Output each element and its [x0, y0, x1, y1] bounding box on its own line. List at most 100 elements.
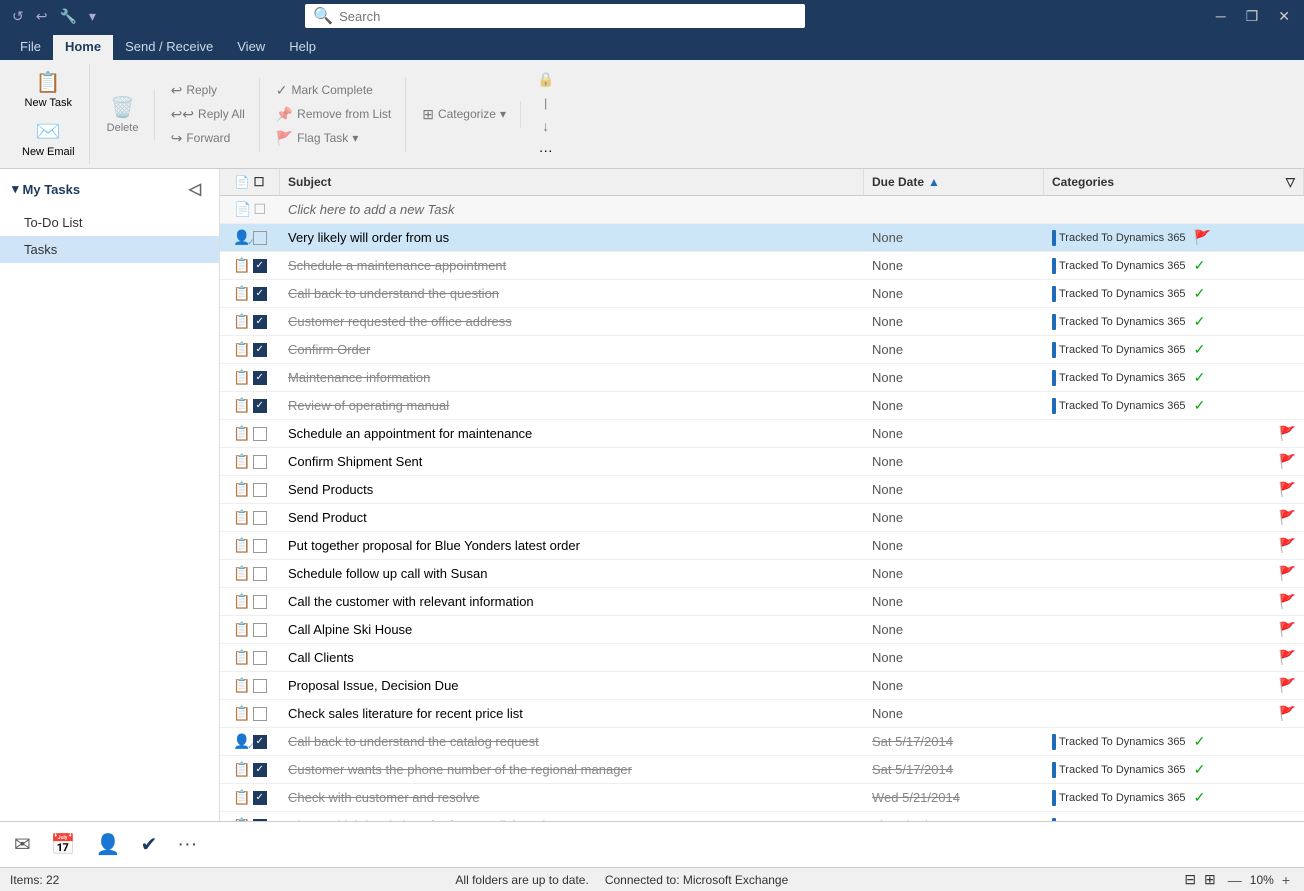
sidebar-item-tasks[interactable]: Tasks: [0, 236, 219, 263]
table-row[interactable]: 📋Schedule follow up call with SusanNone🚩: [220, 560, 1304, 588]
tab-view[interactable]: View: [225, 35, 277, 60]
table-row[interactable]: 📋Put together proposal for Blue Yonders …: [220, 532, 1304, 560]
more-options-button[interactable]: ···: [531, 139, 561, 161]
nav-people-icon[interactable]: 👤: [92, 828, 125, 861]
table-row[interactable]: 📋✓Maintenance informationNoneTracked To …: [220, 364, 1304, 392]
task-checkbox[interactable]: ✓: [253, 259, 267, 273]
task-checkbox[interactable]: ✓: [253, 287, 267, 301]
my-tasks-section[interactable]: ▾ My Tasks ◁: [0, 169, 219, 209]
new-task-button[interactable]: 📋 New Task: [17, 66, 80, 113]
nav-more-icon[interactable]: ···: [173, 829, 201, 860]
flag-complete-icon[interactable]: ✓: [1194, 789, 1206, 806]
flag-complete-icon[interactable]: ✓: [1194, 733, 1206, 750]
new-email-button[interactable]: ✉️ New Email: [14, 115, 83, 162]
task-checkbox[interactable]: [253, 595, 267, 609]
refresh-icon[interactable]: ↺: [8, 6, 28, 27]
minimize-button[interactable]: ─: [1210, 6, 1232, 26]
table-row[interactable]: 📋✓Schedule a maintenance appointmentNone…: [220, 252, 1304, 280]
undo-icon[interactable]: ↩: [32, 6, 52, 27]
flag-red-icon[interactable]: 🚩: [1279, 621, 1296, 638]
table-row[interactable]: 📋✓Customer requested the office addressN…: [220, 308, 1304, 336]
task-checkbox[interactable]: ✓: [253, 763, 267, 777]
sidebar-item-todo[interactable]: To-Do List: [0, 209, 219, 236]
task-checkbox[interactable]: ✓: [253, 315, 267, 329]
view-single-icon[interactable]: ⊟: [1184, 871, 1196, 888]
tab-home[interactable]: Home: [53, 35, 113, 60]
add-new-subject[interactable]: Click here to add a new Task: [280, 198, 864, 221]
reply-button[interactable]: ↩ Reply: [163, 79, 253, 102]
task-checkbox[interactable]: [253, 679, 267, 693]
flag-red-icon[interactable]: 🚩: [1279, 565, 1296, 582]
zoom-in-button[interactable]: +: [1278, 872, 1294, 888]
task-checkbox[interactable]: [253, 231, 267, 245]
table-row[interactable]: 📋Send ProductNone🚩: [220, 504, 1304, 532]
flag-red-icon[interactable]: 🚩: [1279, 425, 1296, 442]
task-checkbox[interactable]: [253, 651, 267, 665]
table-row[interactable]: 📋Schedule an appointment for maintenance…: [220, 420, 1304, 448]
table-row[interactable]: 📋Check sales literature for recent price…: [220, 700, 1304, 728]
task-checkbox[interactable]: [253, 455, 267, 469]
flag-complete-icon[interactable]: ✓: [1194, 397, 1206, 414]
flag-red-icon[interactable]: 🚩: [1279, 677, 1296, 694]
task-checkbox[interactable]: [253, 707, 267, 721]
move-down-button[interactable]: ↓: [534, 115, 557, 137]
th-categories[interactable]: Categories ▽: [1044, 169, 1304, 195]
flag-task-button[interactable]: 🚩 Flag Task ▾: [268, 127, 399, 150]
restore-button[interactable]: ❐: [1240, 6, 1265, 27]
table-row[interactable]: 📋✓Confirm OrderNoneTracked To Dynamics 3…: [220, 336, 1304, 364]
categorize-dropdown-icon[interactable]: ▾: [500, 107, 506, 121]
table-row[interactable]: 📋Call Alpine Ski HouseNone🚩: [220, 616, 1304, 644]
flag-red-icon[interactable]: 🚩: [1279, 509, 1296, 526]
nav-mail-icon[interactable]: ✉: [10, 828, 35, 861]
flag-complete-icon[interactable]: ✓: [1194, 257, 1206, 274]
task-checkbox[interactable]: [253, 483, 267, 497]
remove-from-list-button[interactable]: 📌 Remove from List: [268, 103, 399, 126]
flag-red-icon[interactable]: 🚩: [1279, 649, 1296, 666]
flag-red-icon[interactable]: 🚩: [1279, 593, 1296, 610]
delete-button[interactable]: 🗑️ Delete: [98, 91, 148, 138]
tab-send-receive[interactable]: Send / Receive: [113, 35, 225, 60]
table-row[interactable]: 📋✓Discuss high level plans for future co…: [220, 812, 1304, 821]
flag-complete-icon[interactable]: ✓: [1194, 285, 1206, 302]
task-checkbox[interactable]: [253, 567, 267, 581]
flag-complete-icon[interactable]: ✓: [1194, 341, 1206, 358]
task-checkbox[interactable]: [253, 511, 267, 525]
table-row[interactable]: 👤✓✓Call back to understand the catalog r…: [220, 728, 1304, 756]
filter-icon[interactable]: ▽: [1286, 175, 1295, 189]
table-row[interactable]: 📋Confirm Shipment SentNone🚩: [220, 448, 1304, 476]
flag-red-icon[interactable]: 🚩: [1279, 481, 1296, 498]
view-grid-icon[interactable]: ⊞: [1204, 871, 1216, 888]
zoom-out-button[interactable]: —: [1224, 872, 1246, 888]
flag-complete-icon[interactable]: ✓: [1194, 369, 1206, 386]
lock-button[interactable]: 🔒: [529, 68, 562, 91]
task-checkbox[interactable]: ✓: [253, 791, 267, 805]
table-row[interactable]: 👤✓Very likely will order from usNoneTrac…: [220, 224, 1304, 252]
search-bar[interactable]: 🔍: [305, 4, 805, 28]
task-checkbox[interactable]: [253, 623, 267, 637]
table-row[interactable]: 📋Call ClientsNone🚩: [220, 644, 1304, 672]
nav-tasks-icon[interactable]: ✔: [137, 828, 162, 861]
th-duedate[interactable]: Due Date ▲: [864, 169, 1044, 195]
task-checkbox[interactable]: ✓: [253, 343, 267, 357]
close-button[interactable]: ✕: [1272, 6, 1296, 27]
tab-help[interactable]: Help: [277, 35, 328, 60]
add-new-task-row[interactable]: 📄 ☐ Click here to add a new Task: [220, 196, 1304, 224]
task-checkbox[interactable]: [253, 539, 267, 553]
flag-complete-icon[interactable]: ✓: [1194, 313, 1206, 330]
tab-file[interactable]: File: [8, 35, 53, 60]
dropdown-icon[interactable]: ▾: [85, 6, 100, 27]
forward-button[interactable]: ↪ Forward: [163, 127, 253, 150]
table-row[interactable]: 📋✓Call back to understand the questionNo…: [220, 280, 1304, 308]
categorize-button[interactable]: ⊞ Categorize ▾: [414, 103, 514, 126]
table-row[interactable]: 📋Call the customer with relevant informa…: [220, 588, 1304, 616]
table-row[interactable]: 📋Send ProductsNone🚩: [220, 476, 1304, 504]
task-checkbox[interactable]: [253, 427, 267, 441]
task-checkbox[interactable]: ✓: [253, 371, 267, 385]
flag-red-icon[interactable]: 🚩: [1279, 705, 1296, 722]
flag-task-dropdown-icon[interactable]: ▾: [352, 131, 358, 145]
reply-all-button[interactable]: ↩↩ Reply All: [163, 103, 253, 126]
table-row[interactable]: 📋✓Review of operating manualNoneTracked …: [220, 392, 1304, 420]
flag-red-icon[interactable]: 🚩: [1279, 453, 1296, 470]
task-checkbox[interactable]: ✓: [253, 399, 267, 413]
table-row[interactable]: 📋✓Customer wants the phone number of the…: [220, 756, 1304, 784]
